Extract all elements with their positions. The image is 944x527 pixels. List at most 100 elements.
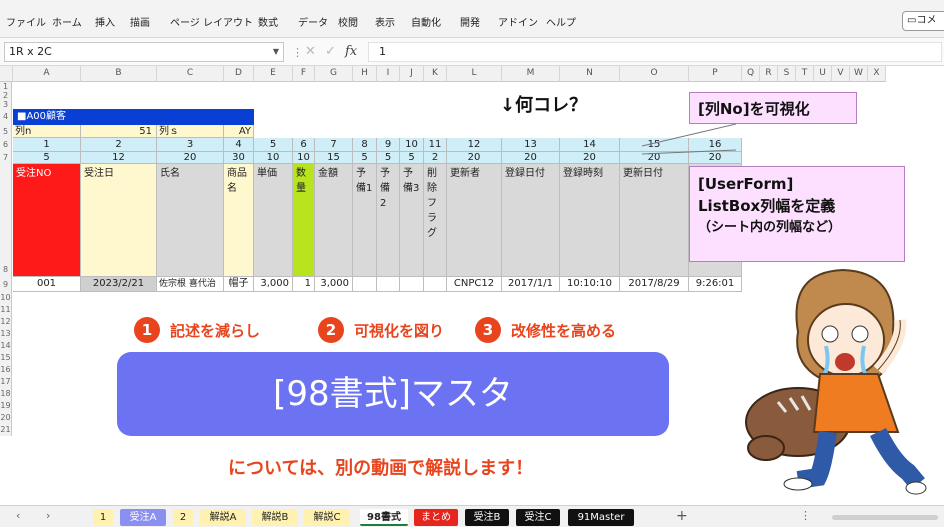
tab-help[interactable]: ヘルプ xyxy=(546,14,576,29)
sheet-tab[interactable]: 98書式 xyxy=(360,509,408,526)
column-header[interactable]: S xyxy=(778,66,796,82)
column-header[interactable]: N xyxy=(560,66,620,82)
col-number-cell[interactable]: 14 xyxy=(560,138,620,152)
column-header[interactable]: B xyxy=(81,66,157,82)
sheet-tab[interactable]: 解説A xyxy=(200,509,246,526)
col-number-cell[interactable]: 9 xyxy=(377,138,400,152)
data-cell[interactable]: CNPC12 xyxy=(447,277,502,292)
more-icon[interactable]: ⋮ xyxy=(292,46,303,59)
row-header[interactable]: 12 xyxy=(0,316,12,328)
row-header[interactable]: 21 xyxy=(0,424,12,436)
column-header[interactable]: C xyxy=(157,66,224,82)
tab-home[interactable]: ホーム xyxy=(52,14,82,29)
tab-review[interactable]: 校閲 xyxy=(338,14,358,29)
sheet-tab[interactable]: 91Master xyxy=(568,509,634,526)
col-width-cell[interactable]: 20 xyxy=(560,152,620,164)
col-number-cell[interactable]: 11 xyxy=(424,138,447,152)
row-header[interactable]: 18 xyxy=(0,388,12,400)
sheet-tab[interactable]: 1 xyxy=(93,509,113,526)
data-cell[interactable]: 3,000 xyxy=(315,277,353,292)
row-header[interactable]: 2 xyxy=(0,92,12,100)
column-header[interactable]: U xyxy=(814,66,832,82)
row-header[interactable]: 11 xyxy=(0,304,12,316)
tab-addins[interactable]: アドイン xyxy=(498,14,538,29)
row-header[interactable]: 7 xyxy=(0,152,12,164)
horizontal-scrollbar[interactable] xyxy=(832,515,938,520)
header-cell[interactable]: 予備1 xyxy=(353,164,377,277)
header-cell[interactable]: 更新日付 xyxy=(620,164,689,277)
tab-developer[interactable]: 開発 xyxy=(460,14,480,29)
row-header[interactable]: 4 xyxy=(0,109,12,125)
tab-formulas[interactable]: 数式 xyxy=(258,14,278,29)
column-header[interactable]: X xyxy=(868,66,886,82)
chevron-down-icon[interactable]: ▼ xyxy=(273,43,279,61)
row-header[interactable]: 3 xyxy=(0,100,12,109)
header-cell[interactable]: 受注NO xyxy=(13,164,81,277)
data-cell[interactable]: 2023/2/21 xyxy=(81,277,157,292)
col-number-cell[interactable]: 12 xyxy=(447,138,502,152)
column-header[interactable]: D xyxy=(224,66,254,82)
col-number-cell[interactable]: 10 xyxy=(400,138,424,152)
scroll-right-icon[interactable]: › xyxy=(46,509,50,522)
column-header[interactable]: W xyxy=(850,66,868,82)
column-header[interactable]: J xyxy=(400,66,424,82)
data-cell[interactable]: 2017/1/1 xyxy=(502,277,560,292)
column-header[interactable]: T xyxy=(796,66,814,82)
tab-insert[interactable]: 挿入 xyxy=(95,14,115,29)
data-cell[interactable]: 001 xyxy=(13,277,81,292)
sheet-tab[interactable]: まとめ xyxy=(414,509,458,526)
header-cell[interactable]: 予備2 xyxy=(377,164,400,277)
header-cell[interactable]: 削除フラグ xyxy=(424,164,447,277)
formula-input[interactable]: 1 xyxy=(368,42,942,62)
scroll-left-icon[interactable]: ‹ xyxy=(16,509,20,522)
tab-automate[interactable]: 自動化 xyxy=(411,14,441,29)
column-header[interactable]: H xyxy=(353,66,377,82)
cancel-icon[interactable]: ✕ xyxy=(305,44,316,59)
col-width-cell[interactable]: 5 xyxy=(13,152,81,164)
header-cell[interactable]: 金額 xyxy=(315,164,353,277)
row-header[interactable]: 14 xyxy=(0,340,12,352)
col-width-cell[interactable]: 5 xyxy=(377,152,400,164)
column-header[interactable]: M xyxy=(502,66,560,82)
sheet-tab[interactable]: 受注A xyxy=(120,509,166,526)
data-cell[interactable]: 佐宗根 喜代治 xyxy=(157,277,224,292)
add-sheet-button[interactable]: + xyxy=(676,508,688,524)
column-header[interactable]: G xyxy=(315,66,353,82)
select-all-corner[interactable] xyxy=(0,66,13,82)
col-number-cell[interactable]: 2 xyxy=(81,138,157,152)
col-width-cell[interactable]: 5 xyxy=(353,152,377,164)
tab-file[interactable]: ファイル xyxy=(6,14,46,29)
col-number-cell[interactable]: 6 xyxy=(293,138,315,152)
data-cell[interactable] xyxy=(377,277,400,292)
tab-data[interactable]: データ xyxy=(298,14,328,29)
tab-draw[interactable]: 描画 xyxy=(130,14,150,29)
row-header[interactable]: 8 xyxy=(0,164,12,277)
data-cell[interactable]: 3,000 xyxy=(254,277,293,292)
header-cell[interactable]: 予備3 xyxy=(400,164,424,277)
comment-button[interactable]: ▭コメ xyxy=(902,11,944,31)
col-number-cell[interactable]: 13 xyxy=(502,138,560,152)
row-header[interactable]: 10 xyxy=(0,292,12,304)
row-header[interactable]: 19 xyxy=(0,400,12,412)
header-cell[interactable]: 登録日付 xyxy=(502,164,560,277)
header-cell[interactable]: 氏名 xyxy=(157,164,224,277)
col-number-cell[interactable]: 4 xyxy=(224,138,254,152)
row-header[interactable]: 15 xyxy=(0,352,12,364)
data-cell[interactable]: 2017/8/29 xyxy=(620,277,689,292)
tab-page-layout[interactable]: ページ レイアウト xyxy=(170,14,253,29)
insert-function-icon[interactable]: fx xyxy=(345,44,357,59)
enter-icon[interactable]: ✓ xyxy=(325,44,336,59)
column-header[interactable]: V xyxy=(832,66,850,82)
col-number-cell[interactable]: 5 xyxy=(254,138,293,152)
column-header[interactable]: E xyxy=(254,66,293,82)
sheet-tab[interactable]: 受注B xyxy=(465,509,509,526)
header-cell[interactable]: 登録時刻 xyxy=(560,164,620,277)
sheet-tab[interactable]: 解説C xyxy=(304,509,350,526)
tab-view[interactable]: 表示 xyxy=(375,14,395,29)
col-number-cell[interactable]: 1 xyxy=(13,138,81,152)
col-width-cell[interactable]: 10 xyxy=(254,152,293,164)
data-cell[interactable] xyxy=(353,277,377,292)
column-header[interactable]: I xyxy=(377,66,400,82)
column-header[interactable]: F xyxy=(293,66,315,82)
row-header[interactable]: 20 xyxy=(0,412,12,424)
